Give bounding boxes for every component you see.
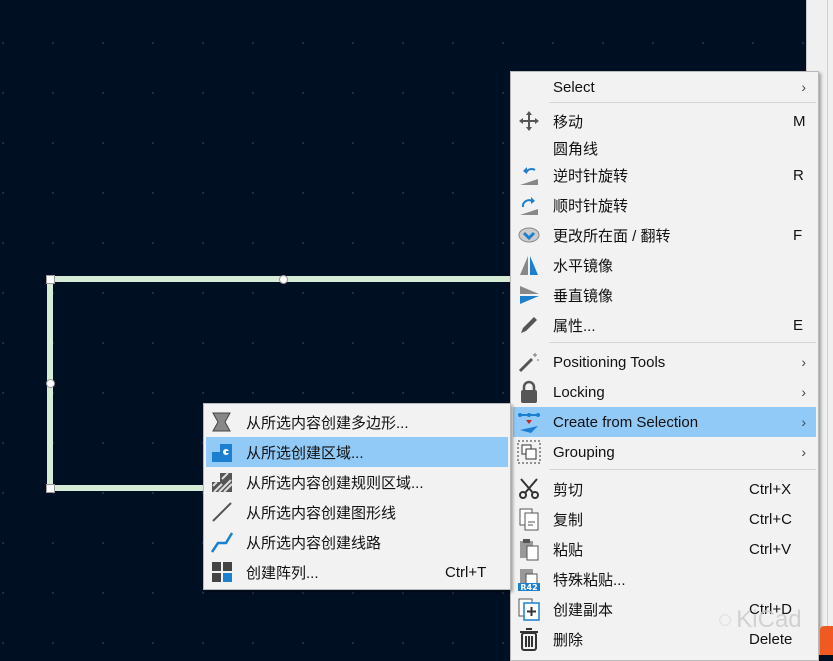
menu-item-label: 垂直镜像 [553, 287, 614, 305]
flip-icon [517, 223, 541, 247]
menu-item[interactable]: 从所选内容创建图形线 [206, 497, 508, 527]
menu-item[interactable]: 从所选创建区域... [206, 437, 508, 467]
polygon-icon [210, 410, 234, 434]
paste-icon [517, 537, 541, 561]
group-icon [517, 440, 541, 464]
wechat-icon: ◌ [718, 606, 733, 633]
menu-item-shortcut: M [793, 112, 806, 130]
menu-item-label: 从所选内容创建规则区域... [246, 474, 424, 492]
menu-item-label: 逆时针旋转 [553, 167, 629, 185]
menu-item[interactable]: 垂直镜像 [513, 280, 816, 310]
menu-item[interactable]: 创建阵列... Ctrl+T [206, 557, 508, 587]
chevron-right-icon: › [801, 384, 806, 400]
menu-item-label: 从所选内容创建图形线 [246, 504, 397, 522]
menu-item[interactable]: 复制 Ctrl+C [513, 504, 816, 534]
rect-bottom-edge[interactable] [48, 485, 208, 491]
menu-item-shortcut: F [793, 226, 803, 244]
menu-item-label: 圆角线 [553, 140, 599, 158]
menu-item-label: 创建阵列... [246, 564, 319, 582]
graphic-line-icon [210, 500, 234, 524]
menu-item[interactable]: 从所选内容创建规则区域... [206, 467, 508, 497]
menu-item[interactable]: 圆角线 [513, 133, 816, 163]
menu-item[interactable]: 水平镜像 [513, 250, 816, 280]
menu-item-label: 顺时针旋转 [553, 197, 629, 215]
move-icon [517, 109, 541, 133]
midpoint-handle[interactable] [279, 275, 288, 284]
lock-icon [517, 380, 541, 404]
menu-item-label: 从所选内容创建多边形... [246, 414, 409, 432]
context-menu: Select › 移动 M 圆角线逆时针旋转 R 顺时针旋转更改所在面 / 翻转 F 水平镜像垂… [510, 71, 819, 661]
magic-wand-icon [517, 350, 541, 374]
menu-item[interactable]: R42 特殊粘贴... [513, 564, 816, 594]
create-from-selection-submenu: 从所选内容创建多边形... 从所选创建区域... 从所选内容创建规则区域... 从所选… [203, 403, 511, 590]
menu-item-shortcut: Ctrl+V [749, 540, 792, 558]
menu-item-label: 移动 [553, 113, 584, 131]
midpoint-handle[interactable] [46, 379, 55, 388]
menu-item-label: 更改所在面 / 翻转 [553, 227, 671, 245]
menu-item-label: Select [553, 78, 595, 96]
menu-item-label: 创建副本 [553, 601, 614, 619]
create-from-selection-icon [517, 410, 541, 434]
chevron-right-icon: › [801, 79, 806, 95]
menu-item-label: 粘贴 [553, 541, 584, 559]
paste-special-icon: R42 [517, 567, 541, 592]
menu-item[interactable]: Locking › [513, 377, 816, 407]
trash-icon [517, 627, 541, 651]
svg-text:R42: R42 [520, 583, 537, 591]
corner-handle[interactable] [46, 275, 55, 284]
menu-item-shortcut: Ctrl+X [749, 480, 792, 498]
menu-item-shortcut: R [793, 166, 804, 184]
menu-item-label: 删除 [553, 631, 584, 649]
chevron-right-icon: › [801, 354, 806, 370]
menu-item-shortcut: E [793, 316, 804, 334]
menu-item[interactable]: 逆时针旋转 R [513, 160, 816, 190]
menu-item-label: 属性... [553, 317, 596, 335]
array-icon [210, 560, 234, 584]
menu-item-label: 特殊粘贴... [553, 571, 626, 589]
menu-item[interactable]: 属性... E [513, 310, 816, 340]
menu-item-label: Positioning Tools [553, 353, 666, 371]
menu-item-label: 复制 [553, 511, 584, 529]
menu-item-shortcut: Ctrl+C [749, 510, 792, 528]
rule-area-icon [210, 470, 234, 494]
mirror-vertical-icon [517, 283, 541, 307]
menu-item[interactable]: Create from Selection › [513, 407, 816, 437]
pencil-icon [517, 313, 541, 337]
menu-item[interactable]: Grouping › [513, 437, 816, 467]
mirror-horizontal-icon [517, 253, 541, 277]
menu-item-label: 从所选创建区域... [246, 444, 364, 462]
menu-item[interactable]: 粘贴 Ctrl+V [513, 534, 816, 564]
menu-item-label: 从所选内容创建线路 [246, 534, 382, 552]
chevron-right-icon: › [801, 444, 806, 460]
menu-item-label: Create from Selection [553, 413, 699, 431]
menu-item-shortcut: Ctrl+T [445, 563, 487, 581]
menu-item[interactable]: 从所选内容创建线路 [206, 527, 508, 557]
chevron-right-icon: › [801, 414, 806, 430]
menu-item-label: 剪切 [553, 481, 584, 499]
corner-handle[interactable] [46, 484, 55, 493]
rotate-cw-icon [517, 193, 541, 217]
scissors-icon [517, 477, 541, 501]
menu-item-label: 水平镜像 [553, 257, 614, 275]
menu-item[interactable]: Select › [513, 72, 816, 102]
menu-item-label: Locking [553, 383, 605, 401]
menu-item[interactable]: 剪切 Ctrl+X [513, 474, 816, 504]
orange-badge [820, 626, 833, 655]
track-icon [210, 530, 234, 554]
menu-item[interactable]: 更改所在面 / 翻转 F [513, 220, 816, 250]
menu-separator [549, 342, 816, 343]
menu-separator [549, 469, 816, 470]
menu-separator [549, 102, 816, 103]
duplicate-icon [517, 597, 541, 621]
menu-item[interactable]: 移动 M [513, 106, 816, 136]
menu-item[interactable]: 顺时针旋转 [513, 190, 816, 220]
copy-icon [517, 507, 541, 531]
menu-item[interactable]: Positioning Tools › [513, 347, 816, 377]
rotate-ccw-icon [517, 163, 541, 187]
watermark: ◌ KiCad [718, 606, 802, 633]
menu-item[interactable]: 从所选内容创建多边形... [206, 407, 508, 437]
zone-icon [210, 440, 234, 464]
menu-item-label: Grouping [553, 443, 615, 461]
